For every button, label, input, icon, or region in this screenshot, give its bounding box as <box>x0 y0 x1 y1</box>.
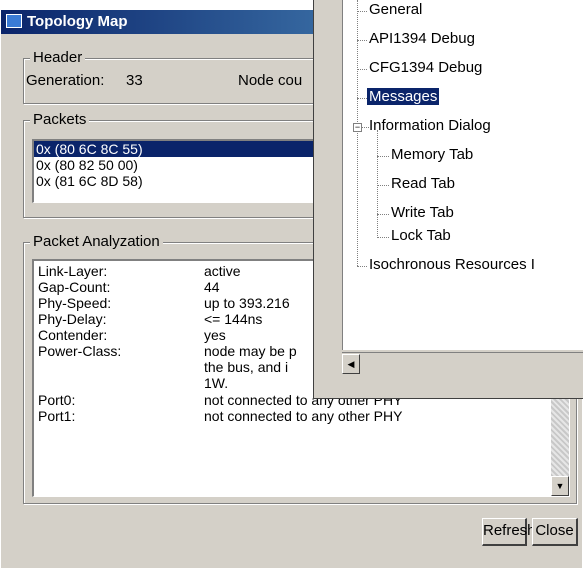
settings-tree-window: − General API1394 Debug CFG1394 Debug Me… <box>313 0 583 399</box>
tree-connector <box>357 266 367 267</box>
row-label: Port1: <box>38 408 76 424</box>
settings-tree[interactable]: − General API1394 Debug CFG1394 Debug Me… <box>342 0 583 350</box>
row-label: Port0: <box>38 392 76 408</box>
tree-item-memory-tab[interactable]: Memory Tab <box>391 146 473 163</box>
generation-label: Generation: <box>26 72 105 89</box>
node-count-label: Node cou <box>238 72 303 89</box>
tree-connector <box>377 214 389 215</box>
row-value: the bus, and i <box>204 359 289 375</box>
packet-item[interactable]: 0x (81 6C 8D 58) <box>34 173 313 189</box>
row-value: 1W. <box>204 375 229 391</box>
row-label: Phy-Speed: <box>38 295 112 311</box>
packets-legend: Packets <box>30 111 90 128</box>
tree-item-read-tab[interactable]: Read Tab <box>391 175 455 192</box>
scroll-down-button[interactable]: ▼ <box>551 476 569 496</box>
close-button[interactable]: Close <box>532 518 578 546</box>
tree-connector <box>357 69 367 70</box>
generation-value: 33 <box>126 72 143 89</box>
packets-list[interactable]: 0x (80 6C 8C 55) 0x (80 82 50 00) 0x (81… <box>32 139 314 203</box>
row-label: Gap-Count: <box>38 279 111 295</box>
row-label: Power-Class: <box>38 343 122 359</box>
tree-item-general[interactable]: General <box>369 1 422 18</box>
tree-connector <box>377 237 389 238</box>
packet-item[interactable]: 0x (80 82 50 00) <box>34 157 313 173</box>
scroll-left-button[interactable]: ◀ <box>342 354 360 374</box>
close-label: Close <box>535 522 574 539</box>
packets-group: Packets 0x (80 6C 8C 55) 0x (80 82 50 00… <box>23 111 323 218</box>
tree-item-write-tab[interactable]: Write Tab <box>391 204 454 221</box>
row-value: node may be p <box>204 343 297 359</box>
tree-connector <box>377 185 389 186</box>
row-value: 44 <box>204 279 220 295</box>
row-value: up to 393.216 <box>204 295 290 311</box>
tree-connector <box>377 130 378 238</box>
tree-connector <box>357 11 367 12</box>
tree-horizontal-scrollbar[interactable]: ◀ <box>342 352 583 375</box>
tree-connector <box>361 127 369 128</box>
tree-item-isochronous-resources[interactable]: Isochronous Resources I <box>369 256 535 273</box>
analyzation-legend: Packet Analyzation <box>30 233 163 250</box>
row-value: <= 144ns <box>204 311 263 327</box>
packet-item[interactable]: 0x (80 6C 8C 55) <box>34 141 313 157</box>
scroll-track[interactable] <box>360 353 583 375</box>
tree-item-api1394-debug[interactable]: API1394 Debug <box>369 30 475 47</box>
row-label: Phy-Delay: <box>38 311 107 327</box>
row-value: yes <box>204 327 226 343</box>
row-value: not connected to any other PHY <box>204 408 403 424</box>
row-label: Contender: <box>38 327 108 343</box>
header-group: Header Generation: 33 Node cou <box>23 49 323 104</box>
tree-item-information-dialog[interactable]: Information Dialog <box>369 117 491 134</box>
refresh-button[interactable]: Refresh <box>482 518 536 546</box>
tree-item-cfg1394-debug[interactable]: CFG1394 Debug <box>369 59 482 76</box>
tree-item-lock-tab[interactable]: Lock Tab <box>391 227 451 244</box>
tree-connector <box>357 98 367 99</box>
window-title: Topology Map <box>27 13 128 30</box>
window-icon <box>6 14 22 28</box>
tree-connector <box>357 40 367 41</box>
header-legend: Header <box>30 49 86 66</box>
refresh-label: Refresh <box>483 522 536 539</box>
tree-connector <box>377 156 389 157</box>
tree-item-messages[interactable]: Messages <box>367 88 440 105</box>
row-label: Link-Layer: <box>38 263 108 279</box>
row-value: active <box>204 263 241 279</box>
collapse-icon[interactable]: − <box>353 123 362 132</box>
